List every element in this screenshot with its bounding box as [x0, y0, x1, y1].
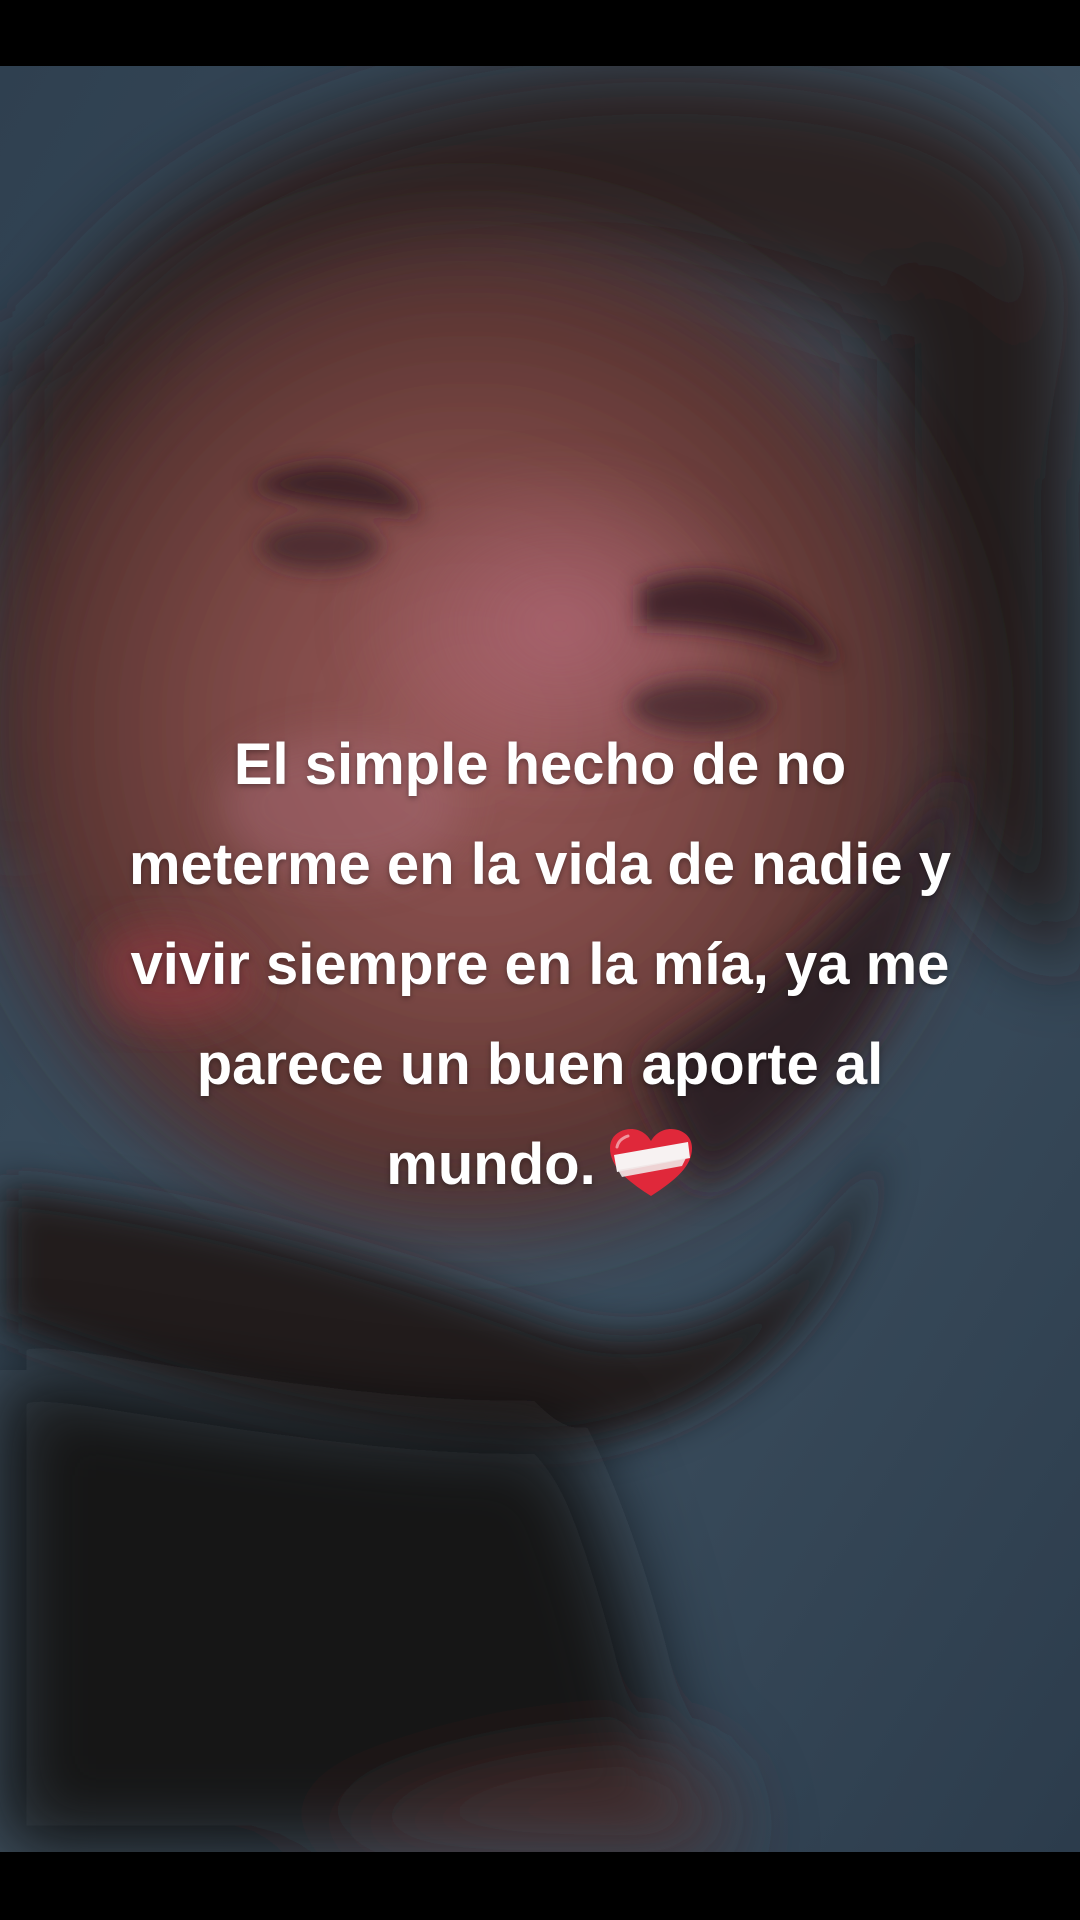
caption-overlay: El simple hecho de no meterme en la vida…	[40, 715, 1040, 1215]
video-screen[interactable]: El simple hecho de no meterme en la vida…	[0, 0, 1080, 1920]
caption-line: El simple hecho de no	[233, 732, 847, 797]
caption-line: mundo.	[386, 1132, 596, 1197]
top-letterbox	[0, 0, 1080, 66]
caption-last-line: mundo.	[40, 1115, 1040, 1215]
bottom-letterbox	[0, 1852, 1080, 1920]
mending-heart-icon	[608, 1128, 694, 1198]
caption-line: parece un buen aporte al	[196, 1032, 884, 1097]
caption-line: vivir siempre en la mía, ya me	[130, 932, 950, 997]
caption-line: meterme en la vida de nadie y	[128, 832, 952, 897]
